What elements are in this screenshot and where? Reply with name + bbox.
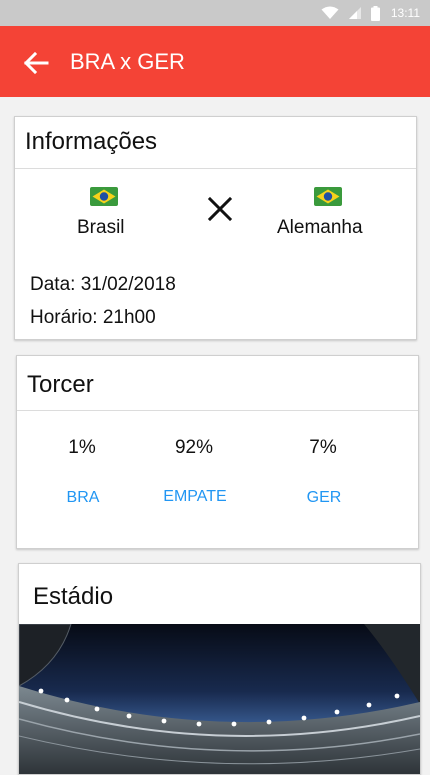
match-time: Horário: 21h00 xyxy=(30,307,156,328)
card-divider xyxy=(15,168,416,169)
status-bar: 13:11 xyxy=(0,0,430,26)
card-divider xyxy=(17,410,418,411)
match-date: Data: 31/02/2018 xyxy=(30,274,176,295)
app-bar: BRA x GER xyxy=(0,26,430,97)
torcer-card: Torcer 1% 92% 7% BRA EMPATE GER xyxy=(16,355,419,549)
vote-away-button[interactable]: GER xyxy=(269,489,379,507)
versus-icon xyxy=(207,196,233,222)
vote-draw-button[interactable]: EMPATE xyxy=(140,488,250,506)
status-icons: 13:11 xyxy=(321,3,420,23)
wifi-icon xyxy=(321,6,339,19)
battery-icon xyxy=(370,5,380,21)
stadium-image xyxy=(19,624,420,774)
info-card-title: Informações xyxy=(25,128,158,155)
home-team-name: Brasil xyxy=(77,217,125,238)
draw-vote-percent: 92% xyxy=(174,437,214,458)
torcer-card-title: Torcer xyxy=(27,371,94,398)
stadium-card: Estádio xyxy=(18,563,421,775)
vote-home-button[interactable]: BRA xyxy=(28,489,138,507)
arrow-back-icon[interactable] xyxy=(21,48,51,78)
page-title: BRA x GER xyxy=(70,49,185,74)
status-time: 13:11 xyxy=(390,6,420,20)
away-flag-icon xyxy=(314,187,342,206)
signal-icon xyxy=(348,7,361,19)
stadium-card-title: Estádio xyxy=(33,583,114,610)
info-card: Informações Brasil Alemanha Data: 31/02/… xyxy=(14,116,417,340)
away-team-name: Alemanha xyxy=(277,217,363,238)
home-flag-icon xyxy=(90,187,118,206)
home-vote-percent: 1% xyxy=(68,437,96,458)
away-vote-percent: 7% xyxy=(309,437,337,458)
